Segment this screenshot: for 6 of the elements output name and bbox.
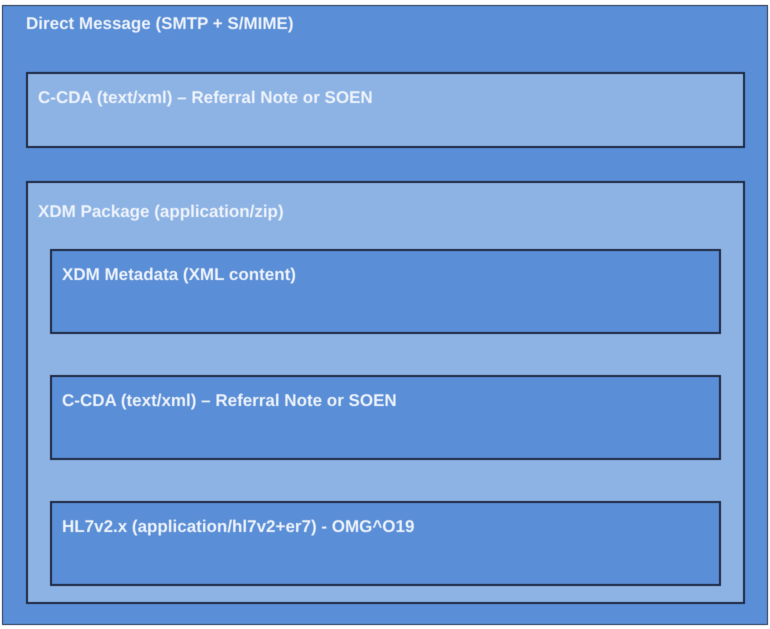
box-title: Direct Message (SMTP + S/MIME) xyxy=(26,13,294,35)
box-label: XDM Package (application/zip) xyxy=(38,201,284,223)
box-label: XDM Metadata (XML content) xyxy=(62,264,296,286)
box-label: C-CDA (text/xml) – Referral Note or SOEN xyxy=(38,87,373,109)
box-label: C-CDA (text/xml) – Referral Note or SOEN xyxy=(62,390,397,412)
box-label: HL7v2.x (application/hl7v2+er7) - OMG^O19 xyxy=(62,516,414,538)
